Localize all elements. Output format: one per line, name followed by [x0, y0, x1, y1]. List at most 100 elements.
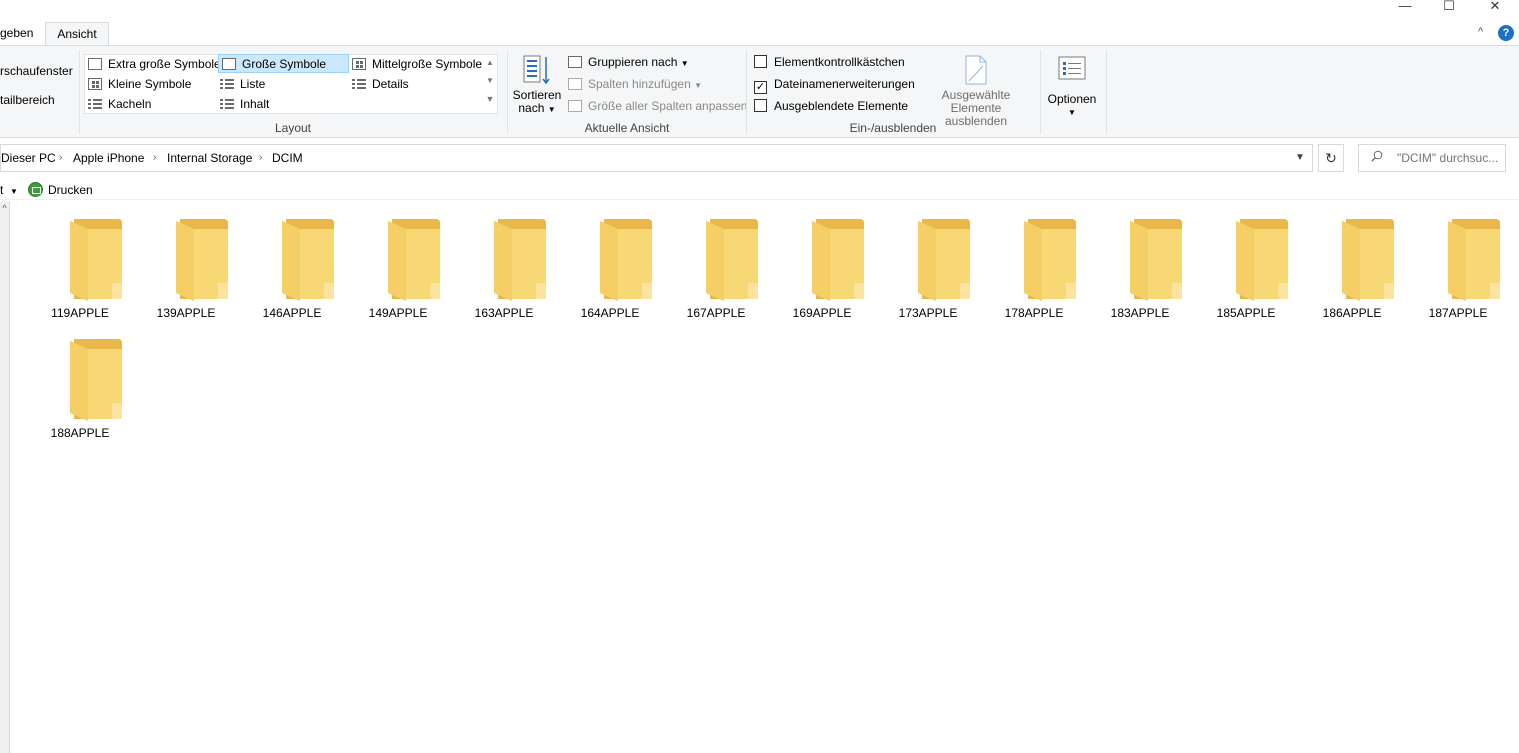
breadcrumb-chevron-icon[interactable]: ›	[153, 145, 156, 171]
refresh-button[interactable]: ↻	[1318, 144, 1344, 172]
layout-medium-icons[interactable]: Mittelgroße Symbole	[352, 55, 482, 73]
breadcrumb-chevron-icon[interactable]: ›	[59, 145, 62, 171]
breadcrumb-internal-storage[interactable]: Internal Storage	[167, 145, 252, 171]
preview-pane-button[interactable]: rschaufenster	[0, 62, 73, 80]
folder-icon	[706, 219, 758, 301]
details-pane-button[interactable]: tailbereich	[0, 91, 55, 109]
folder-label: 146APPLE	[262, 306, 322, 320]
ribbon-separator	[1106, 50, 1107, 134]
layout-list[interactable]: Liste	[220, 75, 265, 93]
options-icon	[1058, 56, 1086, 80]
address-bar[interactable]: Dieser PC › Apple iPhone › Internal Stor…	[0, 144, 1313, 172]
folder-icon	[176, 219, 228, 301]
fit-columns-button[interactable]: Größe aller Spalten anpassen	[568, 97, 747, 115]
extra-large-icons-icon	[88, 58, 102, 70]
content-icon	[220, 98, 234, 110]
breadcrumb-this-pc[interactable]: Dieser PC	[1, 145, 56, 171]
folder-label: 187APPLE	[1428, 306, 1488, 320]
breadcrumb-apple-iphone[interactable]: Apple iPhone	[73, 145, 144, 171]
folder-item[interactable]: 164APPLE	[560, 201, 660, 320]
hide-selected-button[interactable]: Ausgewählte Elemente ausblenden	[918, 54, 1034, 128]
tab-share[interactable]: geben	[0, 22, 41, 46]
folder-label: 173APPLE	[898, 306, 958, 320]
folder-item[interactable]: 169APPLE	[772, 201, 872, 320]
hidden-items-toggle[interactable]: Ausgeblendete Elemente	[754, 97, 908, 115]
chevron-down-icon: ▼	[10, 187, 18, 196]
navigation-pane-edge[interactable]	[0, 201, 10, 753]
folder-item[interactable]: 186APPLE	[1302, 201, 1402, 320]
add-columns-button[interactable]: Spalten hinzufügen ▼	[568, 75, 702, 93]
group-label-show-hide: Ein-/ausblenden	[849, 121, 937, 135]
layout-extra-large-icons[interactable]: Extra große Symbole	[88, 55, 221, 73]
chevron-down-icon: ▼	[547, 105, 556, 114]
layout-details[interactable]: Details	[352, 75, 409, 93]
tab-view[interactable]: Ansicht	[45, 22, 109, 46]
folder-item[interactable]: 167APPLE	[666, 201, 766, 320]
folder-label: 185APPLE	[1216, 306, 1276, 320]
search-box[interactable]	[1358, 144, 1506, 172]
sort-icon	[523, 55, 550, 85]
close-icon: ✕	[1489, 0, 1501, 13]
folder-label: 119APPLE	[51, 306, 109, 320]
minimize-button[interactable]: —	[1382, 0, 1428, 12]
folder-item[interactable]: 163APPLE	[454, 201, 554, 320]
print-button[interactable]: Drucken	[48, 181, 93, 199]
group-by-button[interactable]: Gruppieren nach ▼	[568, 53, 689, 71]
folder-icon	[1342, 219, 1394, 301]
folder-icon	[282, 219, 334, 301]
file-extensions-toggle[interactable]: ✓ Dateinamenerweiterungen	[754, 75, 915, 94]
folder-icon	[70, 219, 122, 301]
layout-tiles[interactable]: Kacheln	[88, 95, 151, 113]
search-input[interactable]	[1397, 145, 1503, 171]
scroll-up-icon[interactable]: ▲	[482, 54, 498, 72]
folder-label: 188APPLE	[50, 426, 110, 440]
folder-item[interactable]: 139APPLE	[136, 201, 236, 320]
search-icon	[1371, 150, 1383, 162]
tiles-icon	[88, 98, 102, 110]
folder-label: 164APPLE	[580, 306, 640, 320]
help-icon[interactable]: ?	[1498, 25, 1514, 41]
folder-item[interactable]: 183APPLE	[1090, 201, 1190, 320]
item-checkboxes-checkbox[interactable]	[754, 55, 767, 68]
group-label-layout: Layout	[274, 121, 312, 135]
breadcrumb-chevron-icon[interactable]: ›	[259, 145, 262, 171]
folder-item[interactable]: 119APPLE	[30, 201, 130, 320]
folder-label: 139APPLE	[156, 306, 216, 320]
breadcrumb-dcim[interactable]: DCIM	[272, 145, 303, 171]
collapse-ribbon-icon[interactable]: ^	[1478, 26, 1483, 38]
maximize-button[interactable]: ☐	[1426, 0, 1472, 12]
file-view: 119APPLE 139APPLE 146APPLE 149APPLE 163A…	[10, 201, 1519, 753]
command-bar: t ▼ Drucken	[0, 180, 1519, 200]
layout-large-icons[interactable]: Große Symbole	[218, 54, 349, 73]
ribbon-separator	[1040, 50, 1041, 134]
scroll-up-icon[interactable]: ^	[0, 203, 9, 213]
sort-by-button[interactable]: Sortieren nach ▼	[512, 54, 562, 116]
scroll-down-icon[interactable]: ▼	[482, 72, 498, 90]
folder-label: 163APPLE	[474, 306, 534, 320]
close-button[interactable]: ✕	[1472, 0, 1518, 12]
folder-item[interactable]: 185APPLE	[1196, 201, 1296, 320]
folder-icon	[1236, 219, 1288, 301]
folder-item[interactable]: 187APPLE	[1408, 201, 1508, 320]
folder-label: 183APPLE	[1110, 306, 1170, 320]
chevron-down-icon: ▼	[680, 59, 689, 68]
item-checkboxes-toggle[interactable]: Elementkontrollkästchen	[754, 53, 905, 71]
folder-item[interactable]: 146APPLE	[242, 201, 342, 320]
folder-item[interactable]: 149APPLE	[348, 201, 448, 320]
folder-item[interactable]: 173APPLE	[878, 201, 978, 320]
layout-gallery-scroll[interactable]: ▲ ▼ ▼	[482, 54, 498, 114]
gallery-expand-icon[interactable]: ▼	[482, 90, 498, 112]
title-bar: geben Ansicht — ☐ ✕ ^ ?	[0, 0, 1519, 46]
folder-item[interactable]: 188APPLE	[30, 321, 130, 440]
chevron-down-icon: ▼	[694, 81, 703, 90]
layout-small-icons[interactable]: Kleine Symbole	[88, 75, 191, 93]
folder-icon	[494, 219, 546, 301]
command-bar-menu[interactable]: t ▼	[0, 181, 18, 199]
layout-content[interactable]: Inhalt	[220, 95, 269, 113]
folder-item[interactable]: 178APPLE	[984, 201, 1084, 320]
address-history-chevron-down-icon[interactable]: ▼	[1292, 150, 1308, 166]
file-extensions-checkbox[interactable]: ✓	[754, 81, 767, 94]
options-button[interactable]: Optionen ▼	[1044, 54, 1100, 119]
maximize-icon: ☐	[1443, 0, 1455, 13]
hidden-items-checkbox[interactable]	[754, 99, 767, 112]
